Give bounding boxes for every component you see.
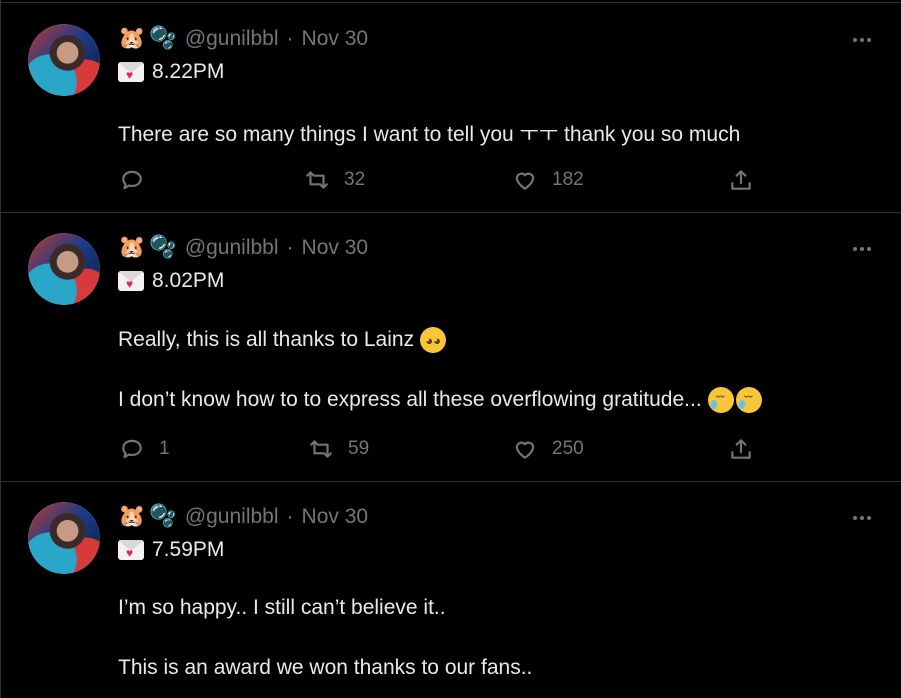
hamster-emoji-icon[interactable]: 🐹	[118, 28, 145, 50]
tweet-text-line: Really, this is all thanks to Lainz	[118, 328, 415, 351]
retweet-icon	[310, 440, 332, 458]
crying-face-emoji-icon: ˘˘	[735, 387, 762, 413]
timeline: 🐹 🫧 @gunilbbl · Nov 30 ♥ 8.22PM There ar…	[0, 0, 901, 698]
tweet-text-line: This is an award we won thanks to our fa…	[118, 656, 533, 679]
tweet-text: I’m so happy.. I still can’t believe it.…	[118, 596, 446, 620]
more-icon[interactable]	[850, 508, 874, 528]
like-count: 250	[552, 438, 584, 459]
tweet-text: Really, this is all thanks to Lainz ◕◕	[118, 327, 447, 353]
user-handle[interactable]: @gunilbbl	[185, 505, 279, 529]
tweet-time-line: ♥ 8.02PM	[118, 267, 224, 295]
tweet-text: I don’t know how to to express all these…	[118, 387, 762, 413]
tweet[interactable]: 🐹 🫧 @gunilbbl · Nov 30 ♥ 8.02PM Really, …	[1, 212, 901, 480]
retweet-button[interactable]: 32	[304, 167, 365, 193]
tweet-time-line: ♥ 7.59PM	[118, 536, 224, 564]
retweet-count: 32	[344, 169, 366, 190]
bubbles-emoji-icon[interactable]: 🫧	[149, 28, 176, 50]
tweet-header: 🐹 🫧 @gunilbbl · Nov 30	[118, 25, 368, 53]
reply-button[interactable]	[119, 167, 159, 193]
love-letter-icon: ♥	[118, 540, 144, 560]
crying-face-emoji-icon: ˘˘	[707, 387, 734, 413]
tweet[interactable]: 🐹 🫧 @gunilbbl · Nov 30 ♥ 8.22PM There ar…	[1, 2, 901, 212]
tweet[interactable]: 🐹 🫧 @gunilbbl · Nov 30 ♥ 7.59PM I’m so h…	[1, 481, 901, 698]
retweet-count: 59	[348, 438, 370, 459]
heart-icon	[515, 441, 535, 459]
bubbles-emoji-icon[interactable]: 🫧	[149, 506, 176, 528]
share-icon	[731, 170, 751, 190]
retweet-icon	[306, 171, 328, 189]
tweet-date[interactable]: Nov 30	[302, 505, 369, 529]
avatar[interactable]	[28, 24, 100, 96]
tweet-time: 8.22PM	[152, 60, 225, 83]
tweet-header: 🐹 🫧 @gunilbbl · Nov 30	[118, 234, 368, 262]
tweet-text-line: There are so many things I want to tell …	[118, 123, 741, 146]
separator: ·	[286, 505, 294, 528]
tweet-text: This is an award we won thanks to our fa…	[118, 656, 532, 680]
tweet-date[interactable]: Nov 30	[302, 27, 369, 51]
like-count: 182	[552, 169, 584, 190]
avatar[interactable]	[28, 233, 100, 305]
love-letter-icon: ♥	[118, 271, 144, 291]
reply-icon	[122, 439, 142, 459]
tweet-time-line: ♥ 8.22PM	[118, 58, 224, 86]
share-button[interactable]	[728, 167, 754, 193]
tweet-header: 🐹 🫧 @gunilbbl · Nov 30	[118, 503, 368, 531]
tweet-text-line: I don’t know how to to express all these…	[118, 388, 702, 411]
tweet-time: 7.59PM	[152, 538, 225, 561]
reply-count: 1	[159, 438, 170, 459]
reply-icon	[122, 170, 142, 190]
hamster-emoji-icon[interactable]: 🐹	[118, 506, 145, 528]
bubbles-emoji-icon[interactable]: 🫧	[149, 237, 176, 259]
tweet-time: 8.02PM	[152, 269, 225, 292]
tweet-text: There are so many things I want to tell …	[118, 118, 740, 148]
retweet-button[interactable]: 59	[308, 436, 369, 462]
share-icon	[731, 439, 751, 459]
user-handle[interactable]: @gunilbbl	[185, 236, 279, 260]
separator: ·	[286, 27, 294, 50]
like-button[interactable]: 182	[512, 167, 584, 193]
share-button[interactable]	[728, 436, 754, 462]
pleading-face-emoji-icon: ◕◕	[420, 327, 447, 353]
user-handle[interactable]: @gunilbbl	[185, 27, 279, 51]
reply-button[interactable]: 1	[119, 436, 170, 462]
love-letter-icon: ♥	[118, 62, 144, 82]
more-icon[interactable]	[850, 239, 874, 259]
tweet-text-line: I’m so happy.. I still can’t believe it.…	[118, 596, 446, 619]
heart-icon	[515, 172, 535, 190]
like-button[interactable]: 250	[512, 436, 584, 462]
separator: ·	[286, 236, 294, 259]
hamster-emoji-icon[interactable]: 🐹	[118, 237, 145, 259]
avatar[interactable]	[28, 502, 100, 574]
more-icon[interactable]	[850, 30, 874, 50]
tweet-date[interactable]: Nov 30	[302, 236, 369, 260]
